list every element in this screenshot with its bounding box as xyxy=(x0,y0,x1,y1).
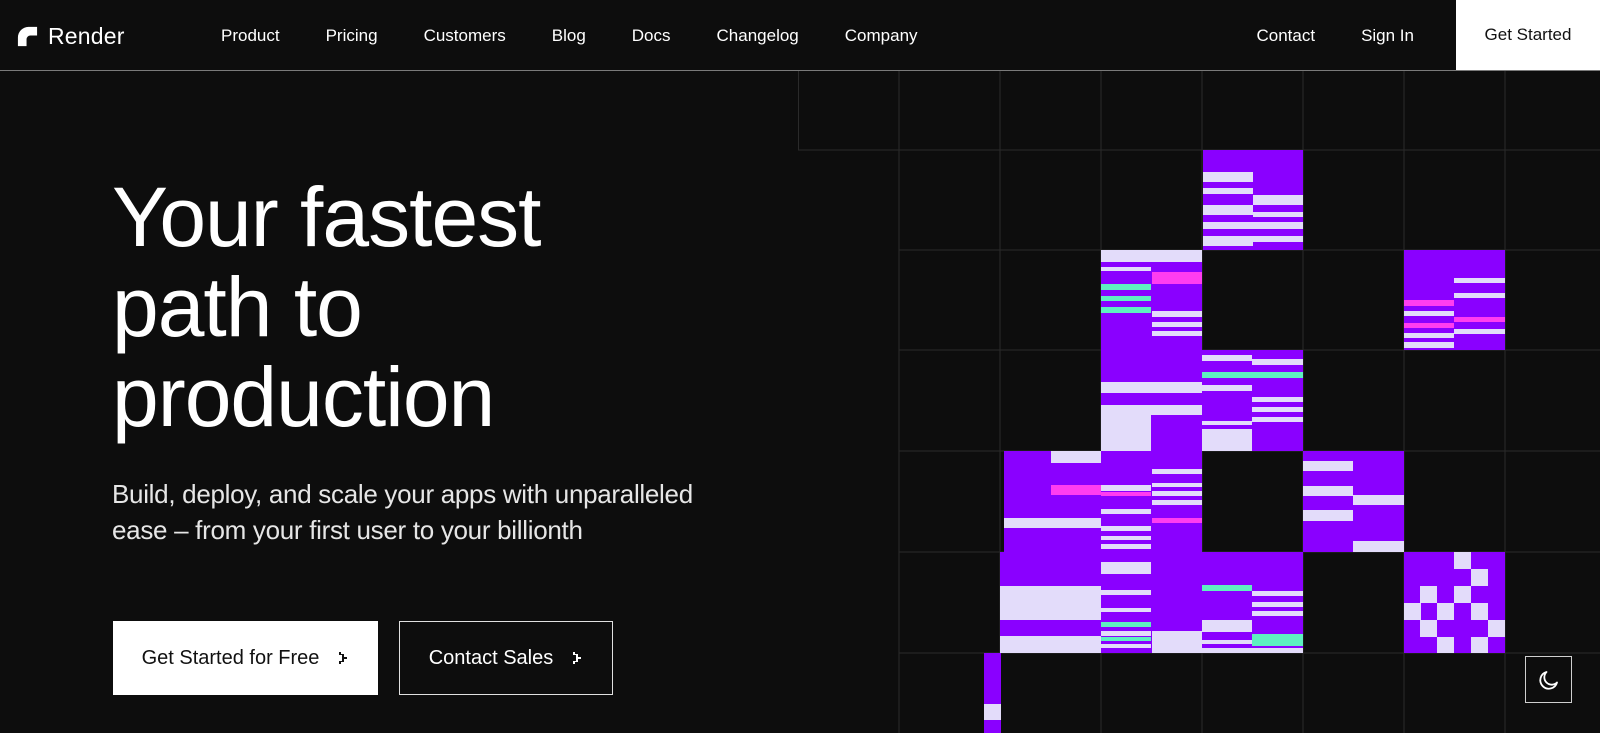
nav-link-changelog[interactable]: Changelog xyxy=(717,26,799,46)
hero-title-line: path to xyxy=(112,260,363,354)
get-started-free-button[interactable]: Get Started for Free xyxy=(113,621,378,695)
nav-link-customers[interactable]: Customers xyxy=(424,26,506,46)
sign-in-link[interactable]: Sign In xyxy=(1361,26,1414,46)
logo-text: Render xyxy=(48,22,125,49)
hero-subtitle-line: Build, deploy, and scale your apps with … xyxy=(112,479,693,509)
hero-title-line: Your fastest xyxy=(112,170,542,264)
get-started-button[interactable]: Get Started xyxy=(1456,0,1600,70)
hero-pixel-art xyxy=(798,71,1600,733)
moon-icon xyxy=(1538,670,1558,690)
logo-link[interactable]: Render xyxy=(16,22,125,50)
nav-link-product[interactable]: Product xyxy=(221,26,280,46)
nav-link-blog[interactable]: Blog xyxy=(552,26,586,46)
get-started-free-label: Get Started for Free xyxy=(141,646,320,669)
theme-toggle-button[interactable] xyxy=(1525,656,1572,703)
hero-subtitle-line: ease – from your first user to your bill… xyxy=(112,515,583,545)
chevron-right-icon xyxy=(573,652,582,664)
hero-title: Your fastest path to production xyxy=(112,172,672,442)
chevron-right-icon xyxy=(339,652,348,664)
nav-link-company[interactable]: Company xyxy=(845,26,918,46)
nav-link-pricing[interactable]: Pricing xyxy=(326,26,378,46)
top-navigation: Render Product Pricing Customers Blog Do… xyxy=(0,0,1600,71)
render-logo-icon xyxy=(17,26,38,46)
hero-title-line: production xyxy=(112,350,495,444)
primary-nav-links: Product Pricing Customers Blog Docs Chan… xyxy=(221,0,918,71)
secondary-nav-links: Contact Sign In xyxy=(1256,0,1414,71)
contact-sales-label: Contact Sales xyxy=(428,646,554,669)
nav-link-docs[interactable]: Docs xyxy=(632,26,671,46)
nav-link-contact[interactable]: Contact xyxy=(1256,26,1315,46)
contact-sales-button[interactable]: Contact Sales xyxy=(399,621,613,695)
pixel-art-graphic xyxy=(798,71,1600,733)
hero-subtitle: Build, deploy, and scale your apps with … xyxy=(112,476,752,548)
